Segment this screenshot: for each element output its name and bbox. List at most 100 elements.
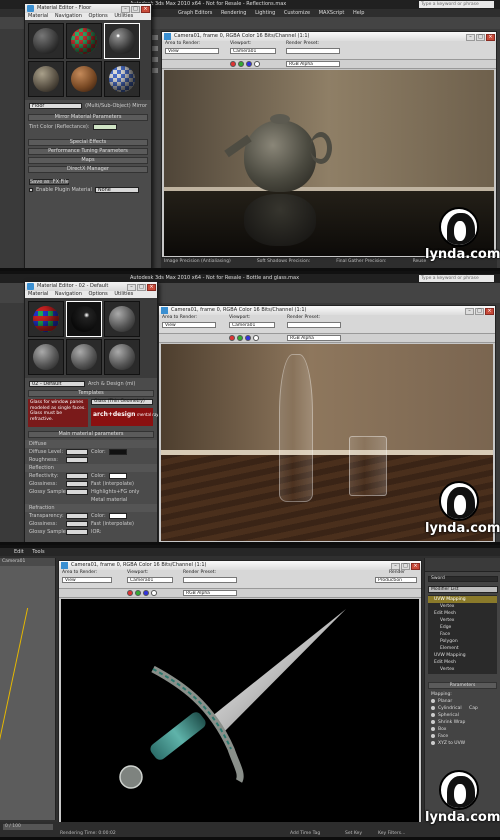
- stack-item[interactable]: Edit Mesh: [428, 659, 497, 666]
- close-button[interactable]: ×: [147, 284, 156, 291]
- channel-dropdown[interactable]: RGB Alpha: [286, 61, 340, 67]
- cap-checkbox[interactable]: Cap: [469, 706, 478, 711]
- stack-item[interactable]: Face: [428, 631, 497, 638]
- object-name-field[interactable]: Sword: [428, 576, 498, 582]
- maps-rollout[interactable]: Maps: [28, 157, 148, 164]
- plugin-dropdown[interactable]: None: [94, 187, 139, 193]
- performance-rollout[interactable]: Performance Tuning Parameters: [28, 148, 148, 155]
- maximize-button[interactable]: □: [137, 284, 146, 291]
- time-slider[interactable]: 0 / 100: [3, 824, 53, 830]
- template-dropdown[interactable]: Glass (Thin Geometry): [91, 399, 153, 405]
- stack-item[interactable]: Vertex: [428, 666, 497, 673]
- sample-slot[interactable]: [28, 23, 64, 59]
- render-preset-dropdown[interactable]: [286, 48, 340, 54]
- tool-icon[interactable]: [152, 68, 158, 73]
- sample-slot[interactable]: [66, 61, 102, 97]
- main-params-rollout[interactable]: Main material parameters: [28, 431, 154, 438]
- minimize-button[interactable]: –: [121, 6, 130, 13]
- menu-options[interactable]: Options: [88, 13, 107, 19]
- glossy-samples-spinner[interactable]: [66, 489, 88, 495]
- highlights-fg-checkbox[interactable]: Highlights+FG only: [91, 489, 139, 495]
- mapping-option[interactable]: Planar: [425, 698, 500, 705]
- sample-slot[interactable]: [28, 339, 64, 375]
- stack-item[interactable]: Polygon: [428, 638, 497, 645]
- red-channel-toggle[interactable]: [127, 590, 133, 596]
- alpha-channel-toggle[interactable]: [253, 335, 259, 341]
- sample-slot[interactable]: [104, 339, 140, 375]
- glossiness-spinner[interactable]: [66, 481, 88, 487]
- material-name-field[interactable]: Floor: [29, 103, 83, 109]
- mapping-option[interactable]: Cylindrical Cap: [425, 705, 500, 712]
- modifier-list-dropdown[interactable]: Modifier List: [428, 586, 498, 593]
- menu-graph-editors[interactable]: Graph Editors: [178, 10, 212, 16]
- stack-item[interactable]: UVW Mapping: [428, 596, 497, 603]
- diffuse-color-swatch[interactable]: [108, 449, 127, 455]
- close-button[interactable]: ×: [485, 308, 494, 315]
- minimize-button[interactable]: –: [466, 34, 475, 41]
- channel-dropdown[interactable]: RGB Alpha: [183, 590, 237, 596]
- minimize-button[interactable]: –: [391, 563, 400, 570]
- area-to-render-dropdown[interactable]: View: [165, 48, 219, 54]
- mapping-option[interactable]: Face: [425, 733, 500, 740]
- fast-interpolate-checkbox[interactable]: Fast (interpolate): [91, 481, 134, 487]
- diffuse-level-spinner[interactable]: [66, 449, 88, 455]
- menu-customize[interactable]: Customize: [284, 10, 310, 16]
- stack-item[interactable]: UVW Mapping: [428, 652, 497, 659]
- refraction-fast-checkbox[interactable]: Fast (interpolate): [91, 521, 134, 527]
- red-channel-toggle[interactable]: [230, 61, 236, 67]
- save-fx-button[interactable]: Save as .FX File: [29, 179, 69, 185]
- area-to-render-dropdown[interactable]: View: [162, 322, 216, 328]
- menu-rendering[interactable]: Rendering: [221, 10, 247, 16]
- transparency-spinner[interactable]: [66, 513, 88, 519]
- blue-channel-toggle[interactable]: [143, 590, 149, 596]
- metal-material-checkbox[interactable]: Metal material: [91, 497, 127, 503]
- render-mode-dropdown[interactable]: Production: [375, 577, 417, 583]
- sample-slot-active[interactable]: [104, 23, 140, 59]
- blue-channel-toggle[interactable]: [245, 335, 251, 341]
- viewport-dropdown[interactable]: Camera01: [230, 48, 276, 54]
- mapping-option[interactable]: Spherical: [425, 712, 500, 719]
- menu-tools[interactable]: Tools: [32, 549, 44, 555]
- viewport-dropdown[interactable]: Camera01: [229, 322, 275, 328]
- close-button[interactable]: ×: [486, 34, 495, 41]
- area-to-render-dropdown[interactable]: View: [62, 577, 112, 583]
- tool-icon[interactable]: [152, 57, 158, 62]
- special-effects-rollout[interactable]: Special Effects: [28, 139, 148, 146]
- sample-slot[interactable]: [28, 61, 64, 97]
- reflection-color-swatch[interactable]: [108, 473, 127, 479]
- maximize-button[interactable]: □: [131, 6, 140, 13]
- mapping-option[interactable]: XYZ to UVW: [425, 740, 500, 747]
- maximize-button[interactable]: □: [401, 563, 410, 570]
- material-name-field[interactable]: 02 - Default: [29, 381, 85, 387]
- close-button[interactable]: ×: [141, 6, 150, 13]
- stack-item[interactable]: Edge: [428, 624, 497, 631]
- enable-plugin-checkbox[interactable]: [29, 188, 33, 192]
- green-channel-toggle[interactable]: [237, 335, 243, 341]
- menu-options[interactable]: Options: [88, 291, 107, 297]
- refraction-glossiness-spinner[interactable]: [66, 521, 88, 527]
- sample-slot[interactable]: [66, 23, 102, 59]
- search-input[interactable]: Type a keyword or phrase: [419, 1, 494, 8]
- key-filters-button[interactable]: Key Filters...: [378, 831, 405, 836]
- mapping-option[interactable]: Box: [425, 726, 500, 733]
- command-tabs[interactable]: [425, 558, 500, 572]
- green-channel-toggle[interactable]: [135, 590, 141, 596]
- close-button[interactable]: ×: [411, 563, 420, 570]
- render-preset-dropdown[interactable]: [183, 577, 237, 583]
- maximize-button[interactable]: □: [475, 308, 484, 315]
- menu-material[interactable]: Material: [28, 13, 48, 19]
- minimize-button[interactable]: –: [127, 284, 136, 291]
- tint-color-swatch[interactable]: [92, 124, 117, 130]
- channel-dropdown[interactable]: RGB Alpha: [287, 335, 341, 341]
- mirror-params-rollout[interactable]: Mirror Material Parameters: [28, 114, 148, 121]
- sample-slot-active[interactable]: [66, 301, 102, 337]
- alpha-channel-toggle[interactable]: [254, 61, 260, 67]
- roughness-spinner[interactable]: [66, 457, 88, 463]
- render-preset-dropdown[interactable]: [287, 322, 341, 328]
- sample-slot[interactable]: [104, 61, 140, 97]
- directx-rollout[interactable]: DirectX Manager: [28, 166, 148, 173]
- blue-channel-toggle[interactable]: [246, 61, 252, 67]
- viewport-label[interactable]: Camera01: [0, 558, 55, 566]
- refraction-samples-spinner[interactable]: [66, 529, 88, 535]
- minimize-button[interactable]: –: [465, 308, 474, 315]
